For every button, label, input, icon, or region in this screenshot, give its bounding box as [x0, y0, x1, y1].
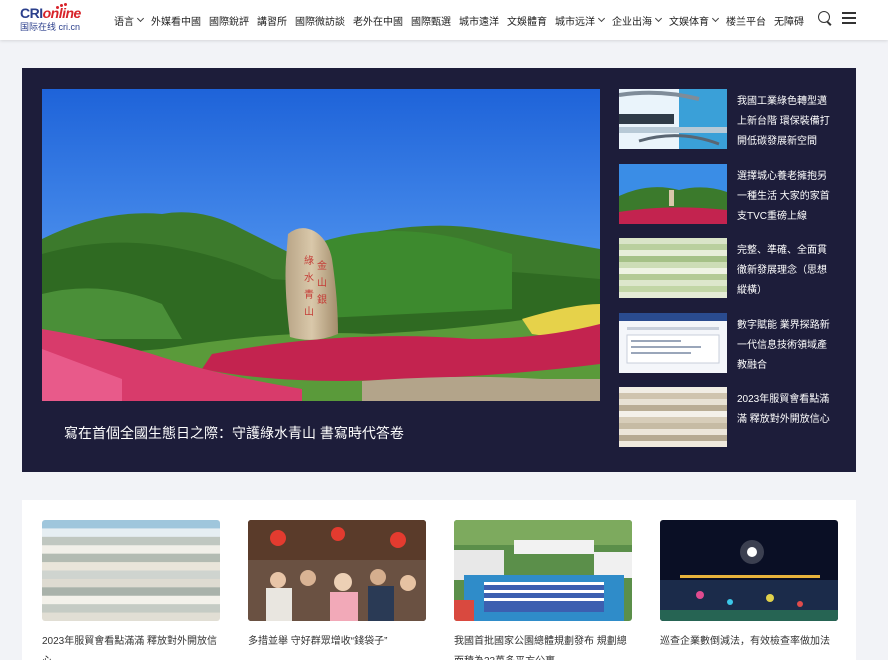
- nav-item[interactable]: 國際銳評: [209, 13, 249, 28]
- hero-image[interactable]: 綠 水 青 山 金 山 銀: [42, 89, 600, 401]
- logo-subtitle: 国际在线 cri.cn: [20, 22, 81, 32]
- side-news-thumbnail[interactable]: [619, 163, 727, 224]
- nav-item-label: 无障碍: [774, 16, 804, 28]
- nav-item[interactable]: 城市远洋: [555, 13, 606, 28]
- side-news-thumbnail[interactable]: [619, 89, 727, 149]
- news-card-title[interactable]: 我國首批國家公園總體規劃發布 規劃總面積為23萬多平方公裏: [454, 632, 632, 660]
- nav-item-label: 國際微訪談: [295, 16, 345, 28]
- side-news-item[interactable]: 完整、準確、全面貫徹新發展理念（思想縱橫）: [619, 238, 839, 300]
- main-nav: 语言 外媒看中國 國際銳評 講習所 國際微訪談 老外在中國 國際甄選 城市遠洋 文娛體育 城市远洋…: [114, 0, 812, 40]
- nav-item[interactable]: 國際微訪談: [295, 13, 345, 28]
- chevron-down-icon: [711, 14, 720, 23]
- search-icon[interactable]: [818, 11, 833, 27]
- nav-item[interactable]: 老外在中國: [353, 13, 403, 28]
- hero-title[interactable]: 寫在首個全國生態日之際：守護綠水青山 書寫時代答卷: [64, 423, 404, 443]
- nav-item-label: 语言: [114, 16, 134, 28]
- nav-item[interactable]: 講習所: [257, 13, 287, 28]
- menu-icon[interactable]: [842, 12, 856, 24]
- nav-item[interactable]: 城市遠洋: [459, 13, 499, 28]
- nav-item[interactable]: 无障碍: [774, 13, 804, 28]
- nav-item-label: 城市远洋: [555, 16, 595, 28]
- news-card-title[interactable]: 巡查企業數倒減法，有效檢查率做加法: [660, 632, 838, 660]
- news-cards-section: 2023年服貿會看點滿滿 釋放對外開放信心多措並舉 守好群眾增收“錢袋子” 我國首…: [22, 500, 856, 660]
- news-card[interactable]: 2023年服貿會看點滿滿 釋放對外開放信心: [42, 520, 220, 660]
- news-card[interactable]: 我國首批國家公園總體規劃發布 規劃總面積為23萬多平方公裏: [454, 520, 632, 660]
- news-card-title[interactable]: 多措並舉 守好群眾增收“錢袋子”: [248, 632, 426, 660]
- nav-item-label: 文娱体育: [669, 16, 709, 28]
- nav-item-label: 城市遠洋: [459, 16, 499, 28]
- news-card-thumbnail[interactable]: [42, 520, 220, 621]
- side-news-thumbnail[interactable]: [619, 238, 727, 298]
- nav-item-label: 老外在中國: [353, 16, 403, 28]
- side-news-title[interactable]: 選擇城心養老擁抱另一種生活 大家的家首支TVC重磅上線: [737, 167, 835, 227]
- nav-item-label: 外媒看中國: [151, 16, 201, 28]
- news-card-thumbnail[interactable]: [454, 520, 632, 621]
- nav-item[interactable]: 外媒看中國: [151, 13, 201, 28]
- side-news-item[interactable]: 選擇城心養老擁抱另一種生活 大家的家首支TVC重磅上線: [619, 163, 839, 227]
- nav-item[interactable]: 文娱体育: [669, 13, 720, 28]
- news-card[interactable]: 多措並舉 守好群眾增收“錢袋子”: [248, 520, 426, 660]
- side-news-title[interactable]: 我國工業綠色轉型邁上新台階 環保裝備打開低碳發展新空間: [737, 92, 835, 152]
- news-card[interactable]: 巡查企業數倒減法，有效檢查率做加法: [660, 520, 838, 660]
- side-news-thumbnail[interactable]: [619, 312, 727, 373]
- nav-item-label: 企业出海: [612, 16, 652, 28]
- svg-text:銀: 銀: [317, 293, 327, 306]
- svg-text:水: 水: [304, 272, 314, 284]
- side-news-thumbnail[interactable]: [619, 387, 727, 447]
- news-card-thumbnail[interactable]: [248, 520, 426, 621]
- nav-item[interactable]: 國際甄選: [411, 13, 451, 28]
- side-news-item[interactable]: 我國工業綠色轉型邁上新台階 環保裝備打開低碳發展新空間: [619, 89, 839, 151]
- svg-text:綠: 綠: [304, 255, 314, 267]
- nav-item[interactable]: 语言: [114, 13, 145, 28]
- nav-item-label: 文娛體育: [507, 16, 547, 28]
- nav-item[interactable]: 企业出海: [612, 13, 663, 28]
- chevron-down-icon: [136, 14, 145, 23]
- svg-text:山: 山: [317, 277, 327, 289]
- nav-item-label: 國際甄選: [411, 16, 451, 28]
- chevron-down-icon: [597, 14, 606, 23]
- side-news-item[interactable]: 2023年服貿會看點滿滿 釋放對外開放信心: [619, 387, 839, 449]
- news-card-title[interactable]: 2023年服貿會看點滿滿 釋放對外開放信心: [42, 632, 220, 660]
- svg-text:金: 金: [317, 259, 327, 272]
- nav-item[interactable]: 楼兰平台: [726, 13, 766, 28]
- site-header: CRIonline 国际在线 cri.cn 语言 外媒看中國 國際銳評 講習所 國際微訪…: [0, 0, 888, 40]
- side-news-title[interactable]: 數字賦能 業界探路新一代信息技術領域產教融合: [737, 316, 835, 376]
- nav-item-label: 楼兰平台: [726, 16, 766, 28]
- nav-item-label: 國際銳評: [209, 16, 249, 28]
- side-news-title[interactable]: 2023年服貿會看點滿滿 釋放對外開放信心: [737, 390, 835, 430]
- side-news-title[interactable]: 完整、準確、全面貫徹新發展理念（思想縱橫）: [737, 241, 835, 301]
- svg-text:山: 山: [304, 306, 314, 318]
- cri-logo[interactable]: CRIonline 国际在线 cri.cn: [20, 3, 92, 35]
- side-news-item[interactable]: 數字賦能 業界探路新一代信息技術領域產教融合: [619, 312, 839, 376]
- hero-panel: 綠 水 青 山 金 山 銀 寫在首個全國生態日之際：守護綠水青山 書寫時代答卷 …: [22, 68, 856, 472]
- logo-wordmark: CRIonline: [20, 5, 81, 21]
- chevron-down-icon: [654, 14, 663, 23]
- news-card-thumbnail[interactable]: [660, 520, 838, 621]
- nav-item-label: 講習所: [257, 16, 287, 28]
- svg-text:青: 青: [304, 288, 314, 301]
- nav-item[interactable]: 文娛體育: [507, 13, 547, 28]
